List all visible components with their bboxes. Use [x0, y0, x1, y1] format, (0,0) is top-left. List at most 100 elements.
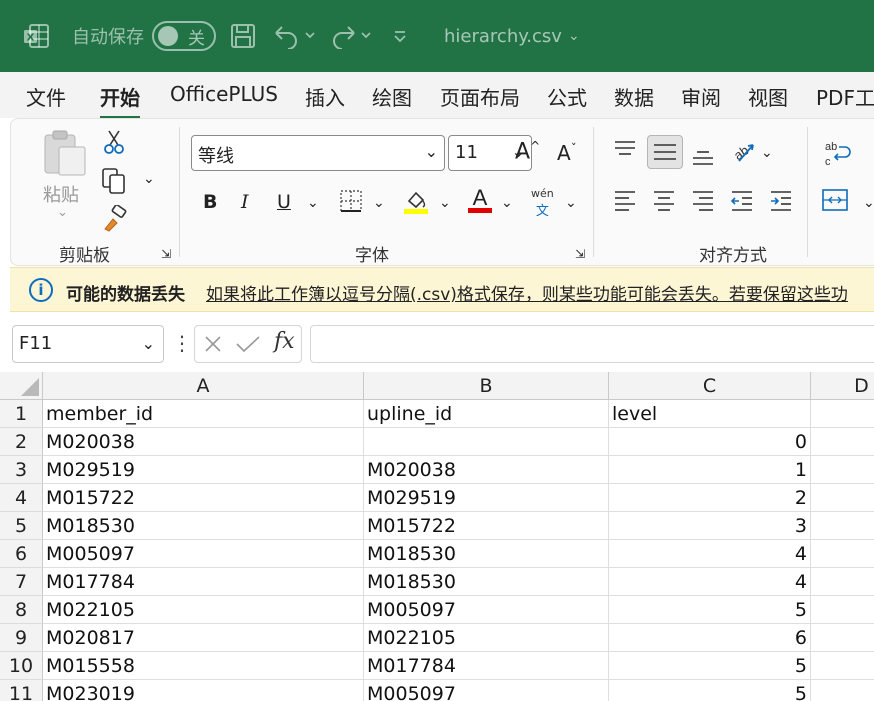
chevron-down-icon[interactable]: ⌄ [439, 195, 451, 211]
enter-icon[interactable] [235, 334, 261, 358]
tab-data[interactable]: 数据 [614, 82, 654, 111]
column-header-d[interactable]: D [811, 372, 874, 400]
wrap-text-icon[interactable]: ab c [823, 139, 853, 173]
cell-d[interactable] [811, 680, 874, 701]
tab-view[interactable]: 视图 [748, 82, 788, 111]
underline-button[interactable]: U [277, 191, 291, 213]
copy-icon[interactable] [101, 167, 129, 199]
align-right-icon[interactable] [691, 189, 715, 217]
paste-button[interactable] [41, 129, 89, 181]
phonetic-guide-icon[interactable]: wén 文 [531, 187, 554, 219]
row-header[interactable]: 11 [0, 680, 43, 701]
cell-c[interactable]: 3 [609, 512, 811, 540]
cell-d[interactable] [811, 624, 874, 652]
column-header-b[interactable]: B [364, 372, 609, 400]
borders-icon[interactable] [339, 189, 363, 217]
row-header[interactable]: 1 [0, 400, 43, 428]
more-options-icon[interactable]: ⋮ [172, 331, 192, 355]
chevron-down-icon[interactable]: ⌄ [307, 195, 319, 211]
decrease-font-size-icon[interactable]: Aˇ [557, 141, 577, 165]
chevron-down-icon[interactable]: ⌄ [761, 145, 773, 161]
dialog-launcher-icon[interactable]: ⇲ [575, 247, 585, 261]
tab-pdf[interactable]: PDF工 [816, 82, 874, 111]
cell-a[interactable]: M029519 [43, 456, 364, 484]
cell-c[interactable]: level [609, 400, 811, 428]
cell-d[interactable] [811, 596, 874, 624]
cell-a[interactable]: M015722 [43, 484, 364, 512]
cell-a[interactable]: M020038 [43, 428, 364, 456]
cell-a[interactable]: M023019 [43, 680, 364, 701]
name-box[interactable]: F11 ⌄ [12, 325, 164, 363]
align-bottom-icon[interactable] [691, 143, 715, 171]
cell-b[interactable]: M018530 [364, 540, 609, 568]
cell-c[interactable]: 0 [609, 428, 811, 456]
orientation-icon[interactable]: ab [729, 137, 757, 169]
column-header-a[interactable]: A [43, 372, 364, 400]
cell-d[interactable] [811, 540, 874, 568]
tab-formulas[interactable]: 公式 [547, 82, 587, 111]
chevron-down-icon[interactable]: ⌄ [143, 171, 155, 187]
formula-input[interactable] [310, 325, 874, 363]
row-header[interactable]: 10 [0, 652, 43, 680]
tab-officeplus[interactable]: OfficePLUS [170, 82, 278, 106]
bold-button[interactable]: B [203, 191, 217, 213]
cell-c[interactable]: 5 [609, 596, 811, 624]
cell-d[interactable] [811, 428, 874, 456]
cell-c[interactable]: 4 [609, 568, 811, 596]
undo-icon[interactable] [272, 0, 316, 72]
format-painter-icon[interactable] [101, 204, 129, 237]
cell-c[interactable]: 1 [609, 456, 811, 484]
cell-b[interactable]: M005097 [364, 596, 609, 624]
cell-b[interactable]: M005097 [364, 680, 609, 701]
cell-a[interactable]: member_id [43, 400, 364, 428]
italic-button[interactable]: I [241, 191, 249, 213]
cell-d[interactable] [811, 652, 874, 680]
cell-a[interactable]: M017784 [43, 568, 364, 596]
insert-function-button[interactable]: fx [274, 329, 295, 354]
column-header-c[interactable]: C [609, 372, 811, 400]
row-header[interactable]: 9 [0, 624, 43, 652]
cell-c[interactable]: 4 [609, 540, 811, 568]
row-header[interactable]: 4 [0, 484, 43, 512]
tab-page-layout[interactable]: 页面布局 [440, 82, 520, 111]
cancel-icon[interactable] [203, 334, 223, 358]
tab-review[interactable]: 审阅 [681, 82, 721, 111]
customize-qat-icon[interactable] [392, 0, 408, 72]
select-all-button[interactable] [0, 372, 43, 400]
autosave-toggle[interactable]: 关 [152, 21, 216, 51]
tab-file[interactable]: 文件 [26, 82, 66, 111]
tab-draw[interactable]: 绘图 [372, 82, 412, 111]
font-color-icon[interactable]: A [467, 185, 493, 219]
tab-home[interactable]: 开始 [100, 82, 140, 119]
align-center-icon[interactable] [652, 189, 676, 217]
cell-c[interactable]: 2 [609, 484, 811, 512]
align-left-icon[interactable] [613, 189, 637, 217]
align-middle-button[interactable] [647, 135, 683, 169]
chevron-down-icon[interactable]: ⌄ [373, 195, 385, 211]
cell-a[interactable]: M022105 [43, 596, 364, 624]
cell-a[interactable]: M018530 [43, 512, 364, 540]
row-header[interactable]: 7 [0, 568, 43, 596]
increase-font-size-icon[interactable]: A^ [515, 139, 540, 164]
align-top-icon[interactable] [613, 139, 637, 167]
row-header[interactable]: 8 [0, 596, 43, 624]
row-header[interactable]: 2 [0, 428, 43, 456]
cell-d[interactable] [811, 400, 874, 428]
cut-icon[interactable] [103, 129, 125, 159]
warning-message-link[interactable]: 如果将此工作簿以逗号分隔(.csv)格式保存，则某些功能可能会丢失。若要保留这些… [206, 280, 848, 305]
cell-c[interactable]: 5 [609, 652, 811, 680]
cell-a[interactable]: M015558 [43, 652, 364, 680]
cell-d[interactable] [811, 484, 874, 512]
row-header[interactable]: 3 [0, 456, 43, 484]
font-name-select[interactable]: 等线 ⌄ [191, 135, 445, 171]
cell-a[interactable]: M005097 [43, 540, 364, 568]
decrease-indent-icon[interactable] [730, 189, 754, 217]
chevron-down-icon[interactable]: ⌄ [57, 205, 68, 220]
file-name[interactable]: hierarchy.csv ⌄ [444, 0, 580, 72]
cell-a[interactable]: M020817 [43, 624, 364, 652]
cell-b[interactable]: M029519 [364, 484, 609, 512]
cell-b[interactable]: M018530 [364, 568, 609, 596]
merge-center-icon[interactable] [821, 187, 849, 217]
cell-c[interactable]: 6 [609, 624, 811, 652]
row-header[interactable]: 5 [0, 512, 43, 540]
